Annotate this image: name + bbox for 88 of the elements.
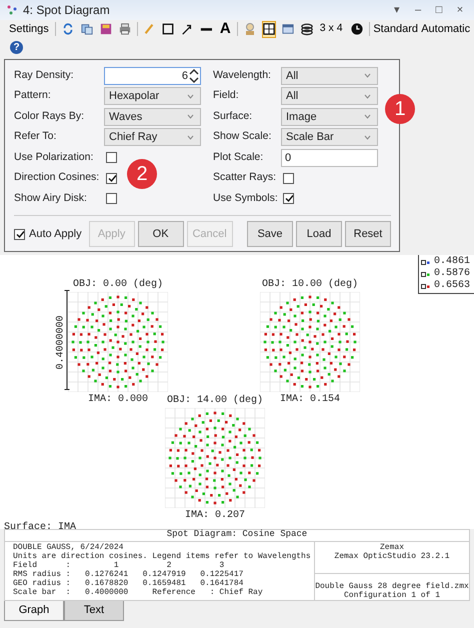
plot-caption: IMA: 0.000 <box>88 393 148 407</box>
window-control[interactable]: □ <box>431 2 447 18</box>
print-icon[interactable] <box>118 22 131 36</box>
window-title: 4: Spot Diagram <box>23 2 111 19</box>
layout-dropdown[interactable]: 3 x 4 <box>319 20 346 38</box>
dialog-button[interactable]: Load <box>296 221 342 247</box>
field-label: Scatter Rays: <box>213 170 278 186</box>
field-label: Pattern: <box>14 88 52 104</box>
dialog-button[interactable]: Reset <box>345 221 391 247</box>
dropdown[interactable]: Scale Bar <box>281 128 378 146</box>
text-tool[interactable]: A <box>218 20 232 38</box>
legend-label: 0.5876 <box>434 268 470 280</box>
dialog-button[interactable]: OK <box>138 221 184 247</box>
app-icon <box>6 4 18 16</box>
plot-title: OBJ: 0.00 (deg) <box>72 278 163 292</box>
window-control[interactable]: ▾ <box>389 2 405 18</box>
field-label: Show Scale: <box>213 129 272 144</box>
callout-badge: 1 <box>385 94 415 124</box>
text-field[interactable]: 0 <box>281 148 378 167</box>
footer-text: Configuration 1 of 1 <box>342 591 441 600</box>
rectangle-icon[interactable] <box>162 22 174 36</box>
checkbox-label: Auto Apply <box>29 226 82 242</box>
clock-icon[interactable] <box>351 22 364 36</box>
dropdown[interactable]: All <box>281 66 378 85</box>
window-control[interactable]: – <box>410 2 426 18</box>
field-label: Wavelength: <box>213 68 272 83</box>
checkbox[interactable] <box>283 193 294 204</box>
callout-badge: 2 <box>127 158 157 188</box>
footer-text: RMS radius : 0.1276241 0.1247919 0.1225417 <box>13 570 244 579</box>
caret-icon <box>364 94 371 99</box>
footer-text: DOUBLE GAUSS, 6/24/2024 <box>13 543 124 552</box>
plot-caption: IMA: 0.207 <box>184 509 245 523</box>
spin-arrows-icon <box>188 68 200 84</box>
field-label: Ray Density: <box>14 68 75 83</box>
caret-icon <box>364 134 371 140</box>
field-label: Field: <box>213 88 240 104</box>
caret-icon <box>364 73 371 78</box>
checkbox[interactable] <box>106 172 117 184</box>
ray-density-spinbox[interactable]: 6 <box>104 66 201 85</box>
footer-text: Double Gauss 28 degree field.zmx <box>315 582 469 591</box>
window-control[interactable]: × <box>452 2 468 18</box>
field-label: Use Symbols: <box>213 190 279 206</box>
caret-icon <box>364 114 371 120</box>
field-label: Color Rays By: <box>14 108 86 124</box>
plot-title: OBJ: 14.00 (deg) <box>166 394 263 408</box>
save-icon[interactable] <box>100 22 112 36</box>
field-label: Use Polarization: <box>14 150 94 165</box>
field-label: Refer To: <box>14 129 58 144</box>
dropdown[interactable]: All <box>281 87 378 106</box>
help-button[interactable]: ? <box>10 41 23 54</box>
tab[interactable]: Graph <box>4 601 64 621</box>
grid-layout-icon[interactable] <box>263 22 276 36</box>
field-label: Plot Scale: <box>213 150 264 165</box>
field-label: Surface: <box>213 108 254 124</box>
view-dropdown[interactable]: Automatic <box>423 20 470 38</box>
dropdown[interactable]: Image <box>281 108 378 126</box>
checkbox[interactable] <box>106 152 117 164</box>
plot-title: OBJ: 10.00 (deg) <box>262 278 358 292</box>
checkbox[interactable] <box>14 228 25 240</box>
footer-text: Scale bar : 0.4000000 Reference : Chief Ray <box>13 588 264 597</box>
caret-icon <box>187 94 194 99</box>
field-label: Direction Cosines: <box>14 170 100 186</box>
dropdown[interactable]: Hexapolar <box>104 87 201 106</box>
caret-icon <box>187 134 194 140</box>
view-dropdown[interactable]: Standard <box>375 20 418 38</box>
window-icon[interactable] <box>282 22 294 36</box>
footer-text: GEO radius : 0.1678820 0.1659481 0.1641784 <box>13 579 244 588</box>
dialog-button[interactable]: Save <box>247 221 293 247</box>
dropdown[interactable]: Chief Ray <box>104 128 201 146</box>
refresh-icon[interactable] <box>62 22 74 36</box>
footer-text: Field : 1 2 3 <box>13 561 226 570</box>
layers-icon[interactable] <box>301 22 314 36</box>
field-label: Show Airy Disk: <box>14 190 88 206</box>
footer-title: Spot Diagram: Cosine Space <box>5 530 469 542</box>
legend-label: 0.4861 <box>434 256 470 268</box>
dropdown[interactable]: Waves <box>104 108 201 126</box>
tab[interactable]: Text <box>64 601 124 621</box>
footer-text: Zemax <box>378 543 405 552</box>
footer-text: Zemax OpticStudio 23.2.1 <box>333 552 451 561</box>
legend-label: 0.6563 <box>434 280 470 292</box>
checkbox[interactable] <box>106 193 117 204</box>
plot-caption: IMA: 0.154 <box>280 393 340 407</box>
copy-icon[interactable] <box>80 22 93 36</box>
caret-icon <box>187 114 194 120</box>
arrow-icon[interactable] <box>181 22 194 36</box>
checkbox[interactable] <box>283 172 294 184</box>
scale-bar-label: 0.4000000 <box>54 316 68 370</box>
settings-button[interactable]: Settings <box>4 20 50 38</box>
